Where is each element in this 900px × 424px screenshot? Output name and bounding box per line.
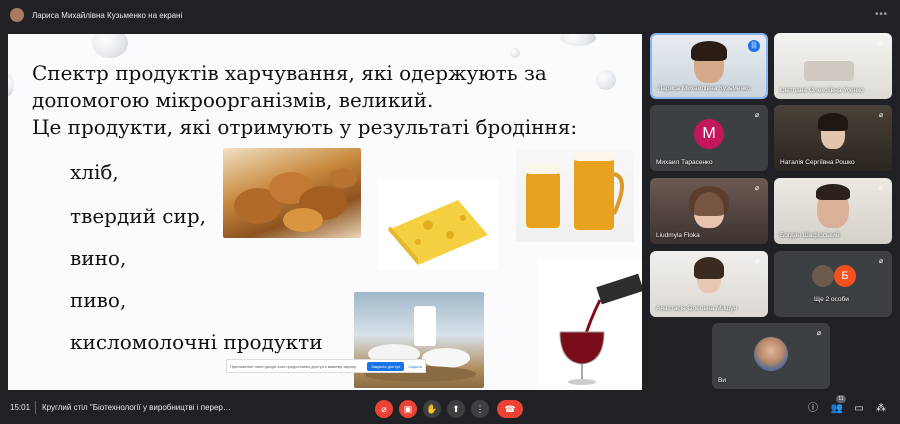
participants-count-badge: 11 [836,395,846,403]
mic-off-icon[interactable]: ⌀ [375,400,393,418]
slide-item-dairy: кисломолочні продукти [70,330,323,354]
self-tile[interactable]: ⌀ Ви [712,323,830,389]
avatar [754,337,788,371]
water-drop-decoration [8,74,14,96]
slide-item-wine: вино, [70,246,127,270]
more-vert-icon[interactable]: ⋮ [471,400,489,418]
mic-off-icon: ⌀ [816,330,822,337]
mic-off-icon: ⌀ [754,185,760,192]
participant-name: Ще 2 особи [814,296,849,303]
participant-name: Світлана Олексіївна Усенко [780,87,864,94]
wine-image [538,260,642,390]
hang-up-icon[interactable]: ☎ [497,400,523,418]
mic-off-icon: ⌀ [878,40,884,47]
camera-off-icon[interactable]: ▣ [399,400,417,418]
heading-line: Це продукти, які отримують у результаті … [32,115,578,139]
mic-off-icon: ⌀ [878,258,884,265]
screen-share-notice: Приложение meet.google.com предоставил д… [226,359,426,373]
participant-name: Анастасія Олегівна Мишун [656,305,738,312]
participant-tile[interactable]: ⌀ Світлана Олексіївна Усенко [774,33,892,99]
participant-tile[interactable]: M ⌀ Михаил Тарасенко [650,105,768,171]
divider [35,401,36,414]
people-icon[interactable]: 👥 [830,402,844,416]
meeting-title: Круглий стіл "Біотехнології у виробництв… [42,403,231,412]
presenter-avatar [10,8,24,22]
slide-item-cheese: твердий сир, [70,204,206,228]
water-drop-decoration [92,34,128,58]
top-bar: Лариса Михайлівна Кузьменко на екрані • … [0,0,900,30]
activities-icon[interactable]: ⁂ [874,402,888,416]
beer-image [516,150,634,242]
share-notice-message: Приложение meet.google.com предоставил д… [230,363,357,369]
participant-name: Михаил Тарасенко [656,159,713,166]
info-icon[interactable]: ⓘ [806,402,820,416]
more-horizontal-icon[interactable]: • • • [875,9,887,20]
participant-name: Ви [718,377,726,384]
participant-name: Богдан Шафірський [780,232,840,239]
bottom-bar: 15:01 Круглий стіл "Біотехнології у виро… [0,394,900,424]
mic-off-icon: ⌀ [878,185,884,192]
avatar [812,265,834,287]
mic-off-icon: ⌀ [878,112,884,119]
avatar: Б [834,265,856,287]
raise-hand-icon[interactable]: ✋ [423,400,441,418]
water-drop-decoration [560,34,596,46]
participant-name: Лариса Михайлівна Кузьменко [658,85,751,92]
chat-icon[interactable]: ▭ [852,402,866,416]
water-drop-decoration [596,70,616,90]
speaking-indicator-icon: ||| [748,40,760,52]
participant-tile[interactable]: ⌀ Наталія Сергіївна Рошко [774,105,892,171]
water-drop-decoration [510,48,520,58]
participant-tile-group[interactable]: Б ⌀ Ще 2 особи [774,251,892,317]
shared-screen: Спектр продуктів харчування, які одержую… [8,34,642,390]
heading-line: допомогою мікроорганізмів, великий. [32,88,434,112]
slide-item-beer: пиво, [70,288,127,312]
dairy-image [354,292,484,388]
clock: 15:01 [10,403,31,412]
participant-name: Наталія Сергіївна Рошко [780,159,855,166]
slide-item-bread: хліб, [70,160,119,184]
slide-heading: Спектр продуктів харчування, які одержую… [32,60,592,141]
participant-tile[interactable]: ⌀ Анастасія Олегівна Мишун [650,251,768,317]
participant-tile[interactable]: ⌀ Liudmyla Floka [650,178,768,244]
mic-off-icon: ⌀ [754,112,760,119]
stop-sharing-button[interactable]: Закрыть доступ [367,361,405,371]
participant-tile[interactable]: ⌀ Богдан Шафірський [774,178,892,244]
mic-off-icon: ⌀ [754,258,760,265]
cheese-image [378,180,498,270]
presenter-title: Лариса Михайлівна Кузьменко на екрані [32,10,183,20]
present-icon[interactable]: ⬆ [447,400,465,418]
avatar: M [694,119,724,149]
bread-image [223,148,361,238]
hide-notice-button[interactable]: Скрыть [408,364,422,369]
participant-name: Liudmyla Floka [656,232,700,239]
participant-tile[interactable]: ||| Лариса Михайлівна Кузьменко [650,33,768,99]
heading-line: Спектр продуктів харчування, які одержую… [32,61,547,85]
